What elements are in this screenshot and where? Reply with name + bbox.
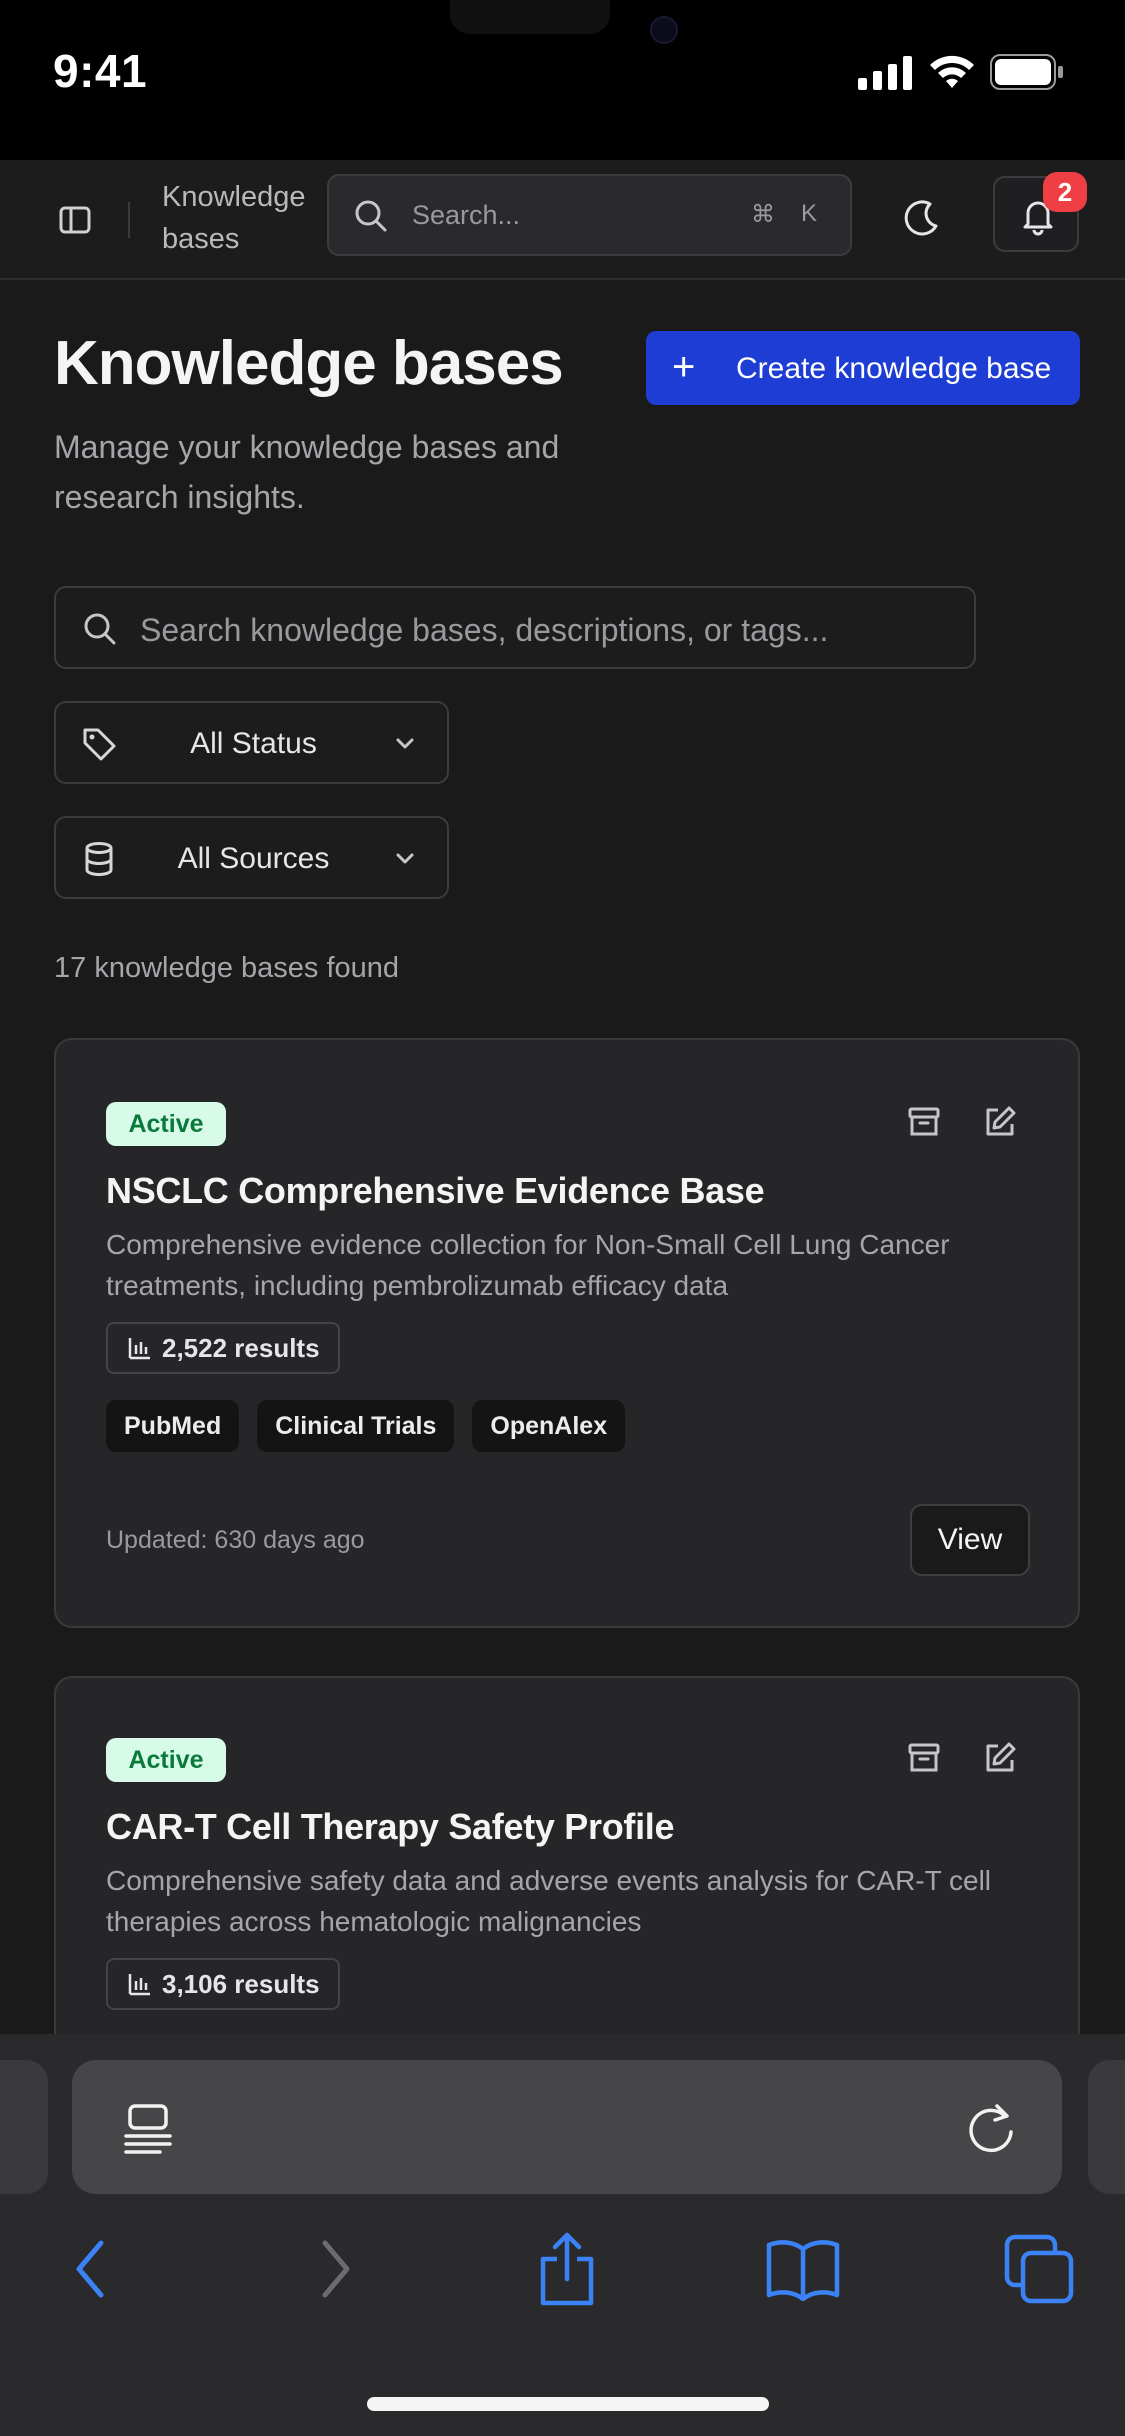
source-filter-select[interactable]: All Sources (54, 816, 449, 899)
tag-icon (83, 728, 116, 761)
status-time: 9:41 (53, 45, 148, 97)
notification-badge: 2 (1043, 172, 1087, 212)
header-divider (128, 202, 130, 238)
knowledge-base-card[interactable]: Active CAR-T Cell Therapy Safety Profile… (54, 1676, 1080, 2096)
results-count-chip: 2,522 results (106, 1322, 340, 1374)
back-button[interactable] (46, 2224, 136, 2314)
chevron-down-icon (396, 853, 414, 864)
bar-chart-icon (128, 1338, 150, 1360)
card-actions (906, 1104, 1026, 1144)
card-title[interactable]: NSCLC Comprehensive Evidence Base (106, 1170, 765, 1212)
status-bar: 9:41 (0, 0, 1125, 160)
shortcut-key: K (801, 200, 818, 227)
reload-icon[interactable] (965, 2100, 1019, 2156)
battery-icon (990, 54, 1063, 90)
camera-dot (650, 16, 678, 44)
forward-button[interactable] (290, 2224, 380, 2314)
page-subtitle: Manage your knowledge bases and research… (54, 429, 560, 515)
status-badge: Active (106, 1102, 226, 1146)
tabs-icon (1004, 2234, 1074, 2304)
plus-icon: + (672, 345, 696, 389)
create-knowledge-base-button[interactable]: + Create knowledge base (646, 331, 1080, 405)
breadcrumb[interactable]: Knowledge bases (162, 176, 332, 260)
results-count: 3,106 results (162, 1968, 320, 1999)
share-icon (540, 2232, 594, 2306)
home-indicator (367, 2397, 769, 2411)
app-header: Knowledge bases Search... ⌘ K (0, 160, 1125, 280)
search-icon (84, 613, 116, 645)
card-actions (906, 1740, 1026, 1780)
archive-icon[interactable] (906, 1104, 942, 1140)
source-tag: OpenAlex (472, 1400, 626, 1452)
bookmarks-button[interactable] (758, 2224, 848, 2314)
share-button[interactable] (522, 2224, 612, 2314)
page-title: Knowledge bases (54, 329, 564, 398)
bar-chart-icon (128, 1974, 150, 1996)
create-button-label: Create knowledge base (736, 352, 1052, 385)
status-filter-value: All Status (190, 727, 317, 760)
database-icon (85, 842, 113, 876)
cellular-signal-icon (858, 56, 912, 90)
card-title[interactable]: CAR-T Cell Therapy Safety Profile (106, 1806, 675, 1848)
source-filter-value: All Sources (177, 842, 330, 875)
back-icon (76, 2240, 104, 2298)
updated-timestamp: Updated: 630 days ago (106, 1526, 365, 1554)
view-button[interactable]: View (910, 1504, 1030, 1576)
global-search-input[interactable]: Search... ⌘ K (327, 174, 852, 256)
sidebar-toggle-icon[interactable] (55, 200, 95, 240)
source-tags: PubMed Clinical Trials OpenAlex (106, 1400, 626, 1452)
reader-icon[interactable] (122, 2102, 174, 2156)
results-count: 2,522 results (162, 1332, 320, 1363)
results-count-chip: 3,106 results (106, 1958, 340, 2010)
browser-toolbar (0, 2034, 1125, 2436)
previous-tab-peek[interactable] (0, 2060, 48, 2194)
dynamic-island (450, 0, 610, 34)
shortcut-symbol: ⌘ (751, 201, 775, 228)
chevron-down-icon (396, 738, 414, 749)
forward-icon (322, 2240, 350, 2298)
wifi-icon (930, 55, 974, 88)
card-description: Comprehensive safety data and adverse ev… (106, 1865, 992, 1937)
tabs-button[interactable] (994, 2224, 1084, 2314)
edit-icon[interactable] (982, 1104, 1018, 1140)
archive-icon[interactable] (906, 1740, 942, 1776)
status-badge: Active (106, 1738, 226, 1782)
bookmarks-icon (766, 2240, 840, 2301)
search-placeholder: Search... (412, 200, 521, 230)
status-filter-select[interactable]: All Status (54, 701, 449, 784)
moon-icon[interactable] (900, 196, 944, 240)
card-description: Comprehensive evidence collection for No… (106, 1229, 950, 1301)
kb-search-placeholder: Search knowledge bases, descriptions, or… (140, 612, 829, 648)
address-bar[interactable] (72, 2060, 1062, 2194)
browser-nav-row (0, 2224, 1125, 2324)
knowledge-base-search-input[interactable]: Search knowledge bases, descriptions, or… (54, 586, 976, 669)
search-icon (355, 200, 387, 232)
source-tag: PubMed (106, 1400, 240, 1452)
result-count: 17 knowledge bases found (54, 952, 400, 984)
edit-icon[interactable] (982, 1740, 1018, 1776)
next-tab-peek[interactable] (1088, 2060, 1125, 2194)
knowledge-base-card[interactable]: Active NSCLC Comprehensive Evidence Base… (54, 1038, 1080, 1628)
source-tag: Clinical Trials (257, 1400, 455, 1452)
